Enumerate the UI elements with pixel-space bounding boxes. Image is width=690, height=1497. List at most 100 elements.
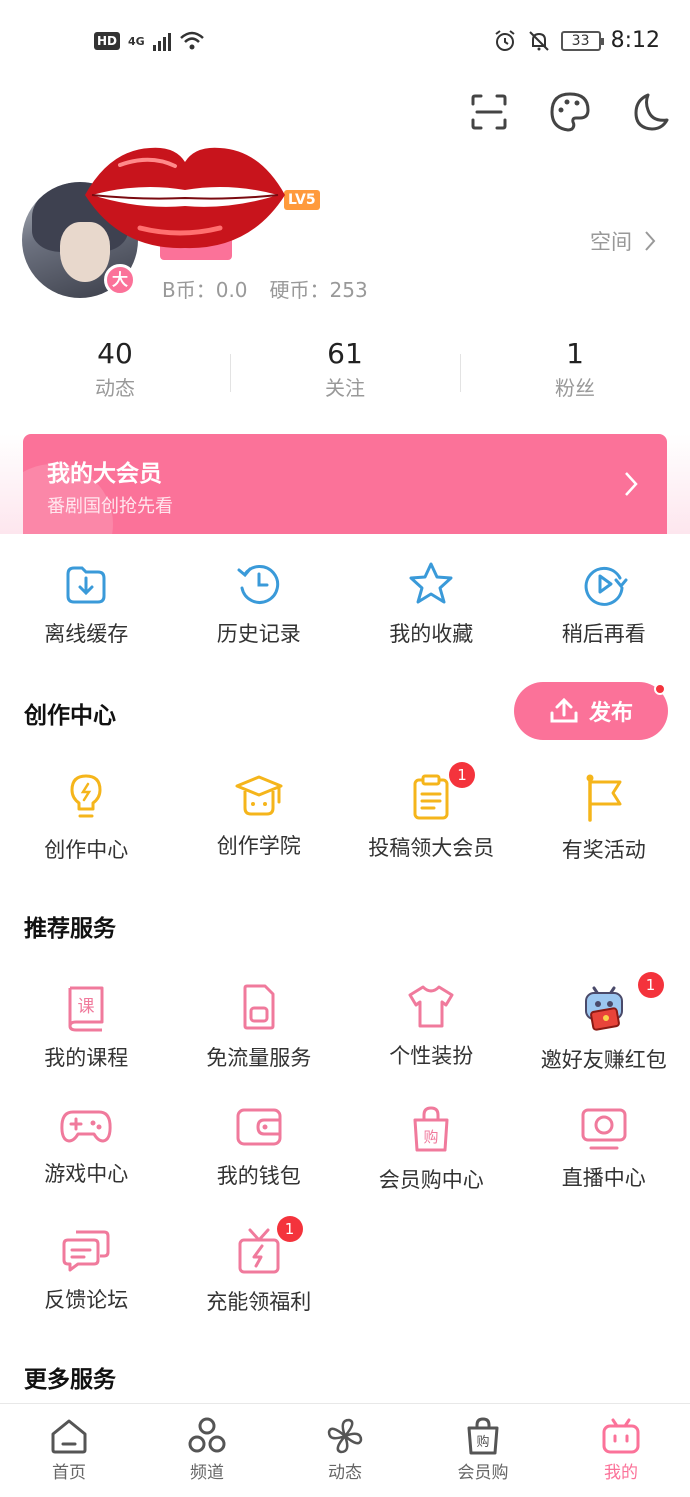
free-data-button[interactable]: 免流量服务 — [173, 982, 346, 1104]
vip-badge: 大 — [104, 264, 136, 296]
nav-label: 频道 — [190, 1463, 224, 1483]
home-icon — [51, 1419, 87, 1454]
quick-action-label: 离线缓存 — [44, 622, 129, 646]
scan-icon[interactable] — [467, 90, 511, 134]
network-type: 4G — [128, 34, 145, 48]
hd-indicator: HD — [94, 32, 121, 50]
wallet-icon — [236, 1108, 282, 1146]
download-icon — [66, 566, 106, 604]
theme-palette-icon[interactable] — [548, 90, 592, 134]
watch-later-icon — [584, 566, 628, 606]
live-tv-icon — [581, 1108, 627, 1150]
notification-badge: 1 — [449, 762, 475, 788]
coin-balances: B币：0.0 硬币：253 — [162, 274, 368, 303]
course-book-icon: 课 — [68, 986, 104, 1032]
offline-cache-button[interactable]: 离线缓存 — [0, 560, 173, 682]
vip-banner-title: 我的大会员 — [47, 461, 162, 487]
coin-balance: 硬币：253 — [269, 278, 368, 302]
signal-icon — [152, 31, 171, 51]
publish-button[interactable]: 发布 — [514, 682, 668, 740]
sim-card-icon — [243, 984, 275, 1030]
vip-membership-banner[interactable]: 我的大会员 番剧国创抢先看 — [23, 434, 667, 534]
service-label: 充能领福利 — [206, 1290, 312, 1314]
quick-action-label: 历史记录 — [216, 622, 301, 646]
battery-icon: 33 — [560, 30, 604, 51]
nav-mine[interactable]: 我的 — [552, 1404, 690, 1497]
game-center-button[interactable]: 游戏中心 — [0, 1104, 173, 1226]
service-label: 反馈论坛 — [44, 1288, 129, 1312]
service-label: 个性装扮 — [389, 1044, 474, 1068]
svg-text:课: 课 — [78, 997, 95, 1017]
stat-fans[interactable]: 1 粉丝 — [460, 336, 690, 416]
mute-bell-icon — [528, 30, 549, 51]
creation-label: 创作学院 — [216, 834, 301, 858]
history-button[interactable]: 历史记录 — [173, 560, 346, 682]
alarm-icon — [494, 29, 515, 51]
nav-dynamics[interactable]: 动态 — [276, 1404, 414, 1497]
submit-for-vip-button[interactable]: 1 投稿领大会员 — [345, 762, 518, 894]
recommended-section-title: 推荐服务 — [24, 916, 116, 942]
wifi-icon — [179, 31, 204, 50]
more-services-title: 更多服务 — [24, 1367, 116, 1393]
stat-value: 40 — [97, 337, 133, 370]
service-label: 邀好友赚红包 — [540, 1048, 667, 1072]
shopping-bag-icon: 购 — [413, 1106, 449, 1152]
clipboard-icon — [413, 774, 449, 820]
stat-following[interactable]: 61 关注 — [230, 336, 460, 416]
chat-bubbles-icon — [62, 1230, 110, 1272]
flag-icon — [586, 774, 622, 822]
notification-badge: 1 — [637, 972, 664, 998]
service-label: 免流量服务 — [206, 1046, 312, 1070]
creation-academy-button[interactable]: 创作学院 — [173, 772, 346, 894]
gamepad-icon — [60, 1110, 112, 1143]
profile-stats: 40 动态 61 关注 1 粉丝 — [0, 336, 690, 416]
b-coin-balance: B币：0.0 — [162, 278, 248, 302]
my-courses-button[interactable]: 课 我的课程 — [0, 982, 173, 1104]
invite-friends-button[interactable]: 1 邀好友赚红包 — [518, 972, 690, 1104]
nav-label: 动态 — [328, 1463, 362, 1483]
stat-dynamics[interactable]: 40 动态 — [0, 336, 230, 416]
creation-label: 投稿领大会员 — [368, 836, 495, 860]
live-center-button[interactable]: 直播中心 — [518, 1104, 690, 1226]
shop-bag-icon: 购 — [467, 1417, 499, 1455]
clock: 8:12 — [610, 28, 660, 53]
wallet-button[interactable]: 我的钱包 — [173, 1104, 346, 1226]
status-bar: HD 4G 33 8:12 — [0, 0, 690, 80]
stat-value: 61 — [327, 337, 363, 370]
charge-rewards-button[interactable]: 1 充能领福利 — [173, 1216, 346, 1348]
nav-label: 我的 — [604, 1463, 638, 1483]
night-mode-moon-icon[interactable] — [628, 90, 672, 134]
svg-text:购: 购 — [476, 1434, 489, 1450]
service-label: 游戏中心 — [44, 1162, 129, 1186]
nav-channels[interactable]: 频道 — [138, 1404, 276, 1497]
feedback-forum-button[interactable]: 反馈论坛 — [0, 1226, 173, 1348]
mascot-red-envelope-icon — [584, 986, 623, 1031]
space-link[interactable]: 空间 — [590, 226, 656, 256]
nav-label: 会员购 — [457, 1463, 509, 1483]
nav-member-shop[interactable]: 购 会员购 — [414, 1404, 552, 1497]
nav-home[interactable]: 首页 — [0, 1404, 138, 1497]
favorites-button[interactable]: 我的收藏 — [345, 560, 518, 682]
watch-later-button[interactable]: 稍后再看 — [518, 560, 690, 682]
stat-label: 动态 — [95, 376, 135, 400]
history-icon — [237, 564, 279, 604]
pinwheel-icon — [327, 1418, 363, 1454]
gift-charge-icon — [238, 1228, 280, 1274]
vip-banner-subtitle: 番剧国创抢先看 — [47, 496, 173, 517]
prize-events-button[interactable]: 有奖活动 — [518, 772, 690, 894]
creation-label: 有奖活动 — [561, 838, 646, 862]
member-shop-button[interactable]: 购 会员购中心 — [345, 1104, 518, 1226]
tv-mascot-icon — [602, 1418, 640, 1454]
creation-center-button[interactable]: 创作中心 — [0, 772, 173, 894]
bottom-navigation: 首页 频道 动态 购 会员购 我的 — [0, 1403, 690, 1497]
dress-up-button[interactable]: 个性装扮 — [345, 982, 518, 1104]
graduation-cap-icon — [235, 775, 283, 816]
chevron-right-icon — [625, 472, 638, 496]
lips-sticker-icon — [85, 147, 285, 249]
channels-icon — [188, 1417, 226, 1453]
service-label: 直播中心 — [561, 1166, 646, 1190]
service-label: 我的钱包 — [216, 1164, 301, 1188]
stat-label: 关注 — [325, 376, 365, 400]
creation-grid: 创作中心 创作学院 1 投稿领大会员 有奖活动 — [0, 762, 690, 894]
notification-badge: 1 — [276, 1216, 303, 1242]
